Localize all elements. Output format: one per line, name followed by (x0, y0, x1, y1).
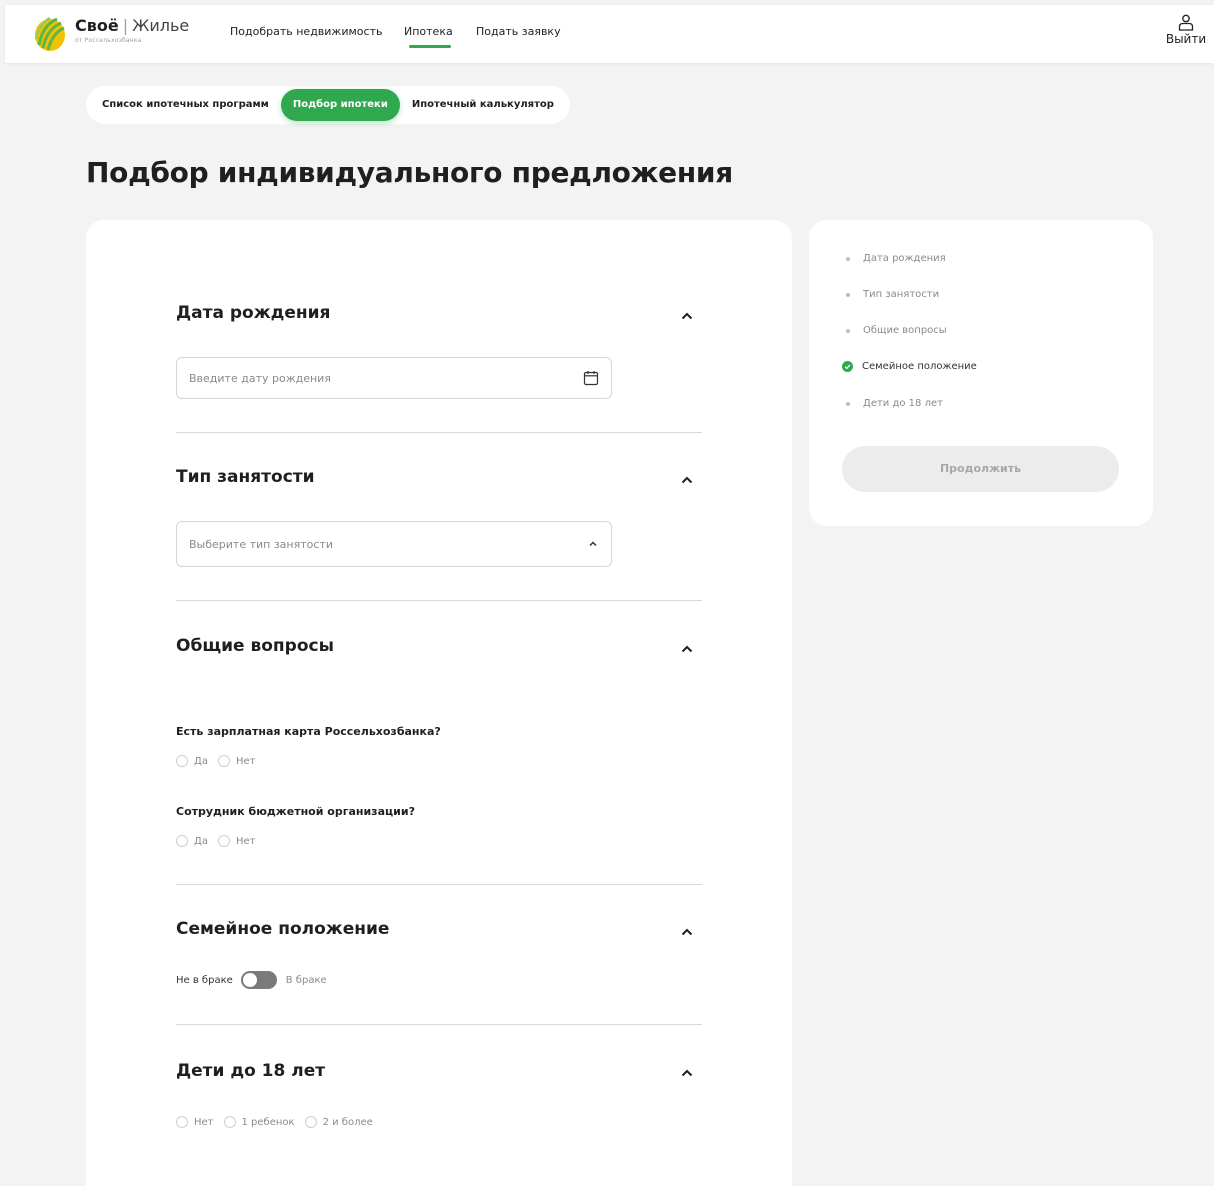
mortgage-tabs: Список ипотечных программ Подбор ипотеки… (86, 86, 570, 124)
section-title-employment: Тип занятости (176, 467, 315, 487)
progress-step-children[interactable]: Дети до 18 лет (844, 398, 943, 409)
section-divider (176, 1024, 702, 1025)
brand-logo[interactable]: Своё | Жилье от Россельхозбанка (33, 15, 189, 53)
radio-circle[interactable] (223, 1116, 236, 1128)
toggle-label-not-married: Не в браке (176, 974, 233, 986)
marital-status-toggle-row: Не в браке В браке (176, 971, 327, 989)
step-label: Семейное положение (862, 361, 977, 372)
tab-program-list[interactable]: Список ипотечных программ (90, 89, 281, 121)
logout-label: Выйти (1165, 32, 1207, 46)
radio-children-one[interactable]: 1 ребенок (223, 1116, 295, 1128)
chevron-up-icon[interactable] (587, 538, 599, 550)
toggle-label-married: В браке (285, 974, 327, 986)
step-bullet (846, 401, 850, 406)
brand-title: Своё | Жилье (75, 17, 189, 35)
question-salary-card: Есть зарплатная карта Россельхозбанка? (176, 725, 441, 738)
radio-circle[interactable] (217, 755, 230, 767)
check-circle-icon (842, 361, 853, 372)
section-title-children: Дети до 18 лет (176, 1061, 326, 1081)
tab-mortgage-selection[interactable]: Подбор ипотеки (280, 89, 400, 121)
step-bullet (846, 328, 850, 333)
radio-children-two-plus[interactable]: 2 и более (304, 1116, 373, 1128)
nav-item-find-property[interactable]: Подобрать недвижимость (230, 25, 382, 38)
radio-budget-no[interactable]: Нет (217, 835, 256, 847)
radio-label: 2 и более (322, 1116, 373, 1128)
nav-item-apply[interactable]: Подать заявку (476, 25, 561, 38)
birth-date-field[interactable] (176, 357, 612, 399)
user-icon (1178, 14, 1194, 31)
step-label: Дата рождения (863, 253, 946, 264)
brand-separator: | (122, 16, 129, 35)
step-label: Дети до 18 лет (863, 398, 943, 409)
progress-step-employment[interactable]: Тип занятости (844, 289, 939, 300)
step-label: Тип занятости (863, 289, 940, 300)
logout-button[interactable]: Выйти (1162, 14, 1210, 46)
section-title-general-questions: Общие вопросы (176, 636, 334, 656)
radio-circle[interactable] (176, 755, 188, 767)
section-divider (176, 884, 702, 885)
tab-mortgage-calculator[interactable]: Ипотечный калькулятор (400, 89, 566, 121)
brand-subtitle: от Россельхозбанка (75, 37, 142, 44)
radio-group-salary-card: Да Нет (176, 755, 265, 767)
radio-label: 1 ребенок (241, 1116, 295, 1128)
toggle-knob (242, 973, 257, 987)
brand-text: Своё | Жилье от Россельхозбанка (75, 17, 189, 45)
radio-group-budget-organization: Да Нет (176, 835, 265, 847)
radio-label: Да (194, 835, 208, 847)
section-title-birth-date: Дата рождения (176, 303, 331, 323)
continue-button[interactable]: Продолжить (842, 446, 1119, 492)
progress-step-general-questions[interactable]: Общие вопросы (844, 325, 947, 336)
nav-item-mortgage[interactable]: Ипотека (404, 25, 453, 38)
radio-salary-card-yes[interactable]: Да (176, 755, 208, 767)
radio-group-children: Нет 1 ребенок 2 и более (176, 1116, 383, 1128)
chevron-up-icon[interactable] (679, 641, 695, 657)
progress-step-marital-status[interactable]: Семейное положение (842, 361, 977, 372)
section-title-marital-status: Семейное положение (176, 919, 390, 939)
chevron-up-icon[interactable] (679, 472, 695, 488)
section-divider (176, 432, 702, 433)
radio-children-none[interactable]: Нет (176, 1116, 214, 1128)
radio-label: Да (194, 755, 208, 767)
radio-circle[interactable] (176, 1116, 188, 1128)
radio-label: Нет (235, 835, 256, 847)
radio-circle[interactable] (176, 835, 188, 847)
question-budget-organization: Сотрудник бюджетной организации? (176, 805, 415, 818)
radio-circle[interactable] (217, 835, 230, 847)
chevron-up-icon[interactable] (679, 924, 695, 940)
radio-label: Нет (235, 755, 256, 767)
step-bullet (846, 292, 850, 297)
radio-salary-card-no[interactable]: Нет (217, 755, 256, 767)
chevron-up-icon[interactable] (679, 1065, 695, 1081)
section-divider (176, 600, 702, 601)
radio-label: Нет (194, 1116, 214, 1128)
employment-type-placeholder: Выберите тип занятости (189, 537, 333, 551)
employment-type-select[interactable]: Выберите тип занятости (176, 521, 612, 567)
marital-status-toggle[interactable] (240, 971, 277, 989)
brand-logo-icon (34, 16, 65, 51)
chevron-up-icon[interactable] (679, 308, 695, 324)
progress-step-birth-date[interactable]: Дата рождения (844, 253, 946, 264)
page-title: Подбор индивидуального предложения (86, 156, 733, 189)
birth-date-input[interactable] (177, 358, 611, 398)
step-bullet (846, 256, 850, 261)
step-label: Общие вопросы (863, 325, 947, 336)
radio-budget-yes[interactable]: Да (176, 835, 208, 847)
top-header: Своё | Жилье от Россельхозбанка Подобрать … (5, 5, 1214, 63)
calendar-icon[interactable] (583, 370, 599, 386)
brand-name-light: Жилье (132, 16, 190, 35)
radio-circle[interactable] (304, 1116, 317, 1128)
brand-name-bold: Своё (75, 16, 119, 35)
nav-active-indicator (409, 45, 451, 48)
